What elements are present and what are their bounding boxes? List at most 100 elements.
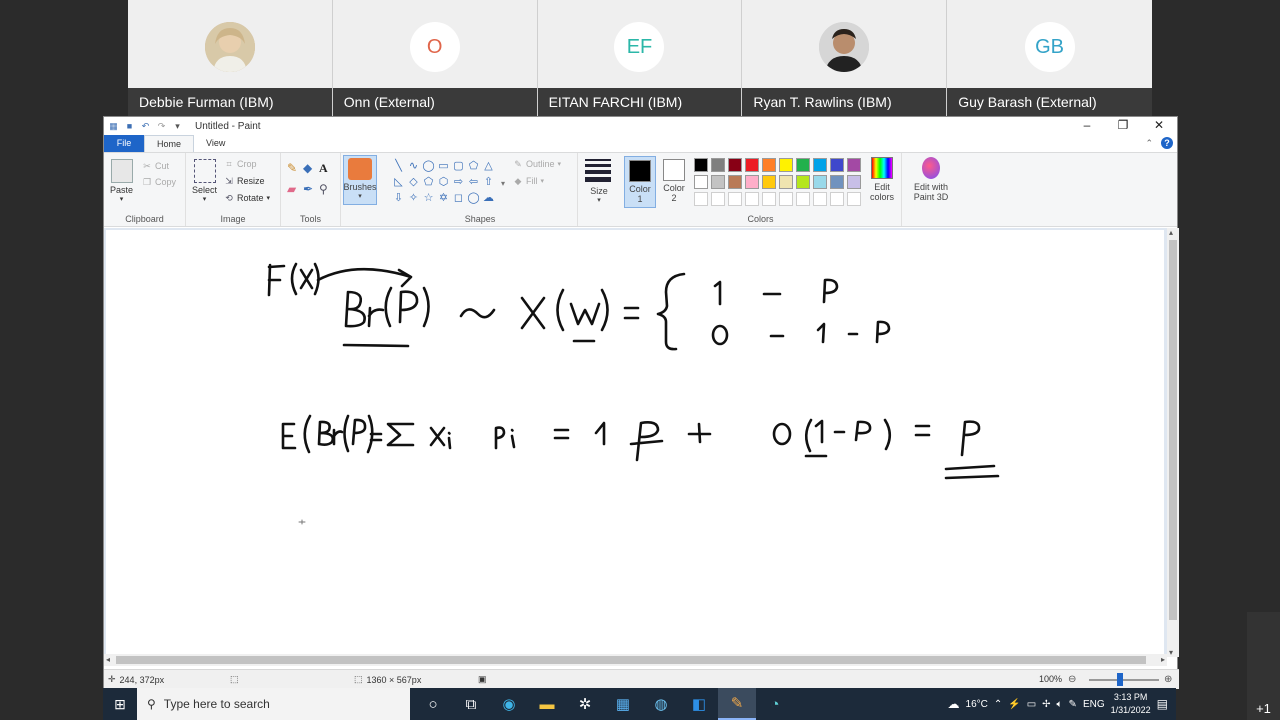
down-arrow-shape-icon[interactable]: ⇩ [391,191,406,205]
close-button[interactable]: ✕ [1141,117,1177,135]
bluetooth-icon[interactable]: ✢ [1042,699,1050,710]
color-swatch[interactable] [847,192,861,206]
participant-tile[interactable]: Debbie Furman (IBM) [128,0,333,116]
color-swatch[interactable] [762,175,776,189]
triangle-shape-icon[interactable]: △ [481,159,496,173]
color-swatch[interactable] [779,192,793,206]
store-icon[interactable]: ▦ [604,688,642,720]
color-swatch[interactable] [779,175,793,189]
vertical-scroll-thumb[interactable] [1169,240,1177,620]
network-icon[interactable]: ⚡ [1008,699,1020,710]
minimize-button[interactable]: – [1069,117,1105,135]
crop-button[interactable]: ⌗ Crop [224,159,256,169]
file-explorer-icon[interactable]: ▬ [528,688,566,720]
tab-view[interactable]: View [194,135,237,152]
oval-callout-shape-icon[interactable]: ◯ [466,191,481,205]
cut-button[interactable]: ✂ Cut [142,161,169,171]
outlook-icon[interactable]: ◧ [680,688,718,720]
restore-button[interactable]: ❐ [1105,117,1141,135]
color-2-button[interactable]: Color 2 [658,156,690,208]
color-swatch[interactable] [847,158,861,172]
hexagon-shape-icon[interactable]: ⬡ [436,175,451,189]
zoom-in-icon[interactable]: ⊕ [1164,674,1172,685]
left-arrow-shape-icon[interactable]: ⇦ [466,175,481,189]
color-swatch[interactable] [830,175,844,189]
color-swatch[interactable] [796,175,810,189]
color-swatch[interactable] [728,192,742,206]
shapes-scroll-icon[interactable]: ▾ [501,159,505,209]
color-swatch[interactable] [762,158,776,172]
shapes-gallery[interactable]: ╲ ∿ ◯ ▭ ▢ ⬠ △ ◺ ◇ ⬠ ⬡ ⇨ ⇦ ⇧ ⇩ ✧ ☆ ✡ ◻ ◯ … [391,159,496,205]
rotate-button[interactable]: ⟲ Rotate ▾ [224,193,270,203]
callout-shape-icon[interactable]: ◻ [451,191,466,205]
brushes-button[interactable]: Brushes ▾ [343,155,377,205]
drawing-canvas[interactable] [106,230,1164,655]
line-shape-icon[interactable]: ╲ [391,159,406,173]
color-swatch[interactable] [847,175,861,189]
slack-icon[interactable]: ✲ [566,688,604,720]
rounded-rectangle-shape-icon[interactable]: ▢ [451,159,466,173]
color-swatch[interactable] [711,192,725,206]
color-swatch[interactable] [796,158,810,172]
customize-dropdown-icon[interactable]: ▾ [172,121,183,132]
weather-temperature[interactable]: 16°C [966,699,988,710]
pen-icon[interactable]: ✎ [1069,699,1077,710]
scroll-left-icon[interactable]: ◂ [106,655,110,664]
webex-icon[interactable]: ◔ [756,688,794,720]
tab-file[interactable]: File [104,135,144,152]
notifications-icon[interactable]: ▤ [1157,697,1168,711]
color-swatch[interactable] [694,158,708,172]
battery-icon[interactable]: ▭ [1027,699,1036,710]
color-swatch[interactable] [745,192,759,206]
task-view-icon[interactable]: ⧉ [452,688,490,720]
five-point-star-shape-icon[interactable]: ☆ [421,191,436,205]
outline-button[interactable]: ✎ Outline ▾ [513,159,561,169]
zoom-out-icon[interactable]: ⊖ [1068,674,1076,685]
participant-tile[interactable]: O Onn (External) [332,0,538,116]
paint-taskbar-icon[interactable]: ✎ [718,688,756,720]
color-palette[interactable] [694,158,862,207]
oval-shape-icon[interactable]: ◯ [421,159,436,173]
line-size-icon[interactable] [585,159,611,182]
clock[interactable]: 3:13 PM 1/31/2022 [1111,691,1151,717]
windows-start-icon[interactable]: ⊞ [103,688,137,720]
select-button[interactable]: Select ▾ [192,159,217,203]
color-swatch[interactable] [728,175,742,189]
zoom-slider[interactable] [1089,679,1159,681]
resize-button[interactable]: ⇲ Resize [224,176,264,186]
color-swatch[interactable] [813,175,827,189]
color-swatch[interactable] [728,158,742,172]
four-point-star-shape-icon[interactable]: ✧ [406,191,421,205]
color-swatch[interactable] [711,158,725,172]
up-arrow-shape-icon[interactable]: ⇧ [481,175,496,189]
edit-with-paint3d-button[interactable]: Edit with Paint 3D [906,157,956,202]
right-arrow-shape-icon[interactable]: ⇨ [451,175,466,189]
curve-shape-icon[interactable]: ∿ [406,159,421,173]
horizontal-scrollbar[interactable]: ◂ ▸ [104,654,1167,666]
pencil-icon[interactable]: ✎ [287,161,303,176]
cortana-icon[interactable]: ○ [414,688,452,720]
participant-tile[interactable]: EF EITAN FARCHI (IBM) [537,0,743,116]
edge-icon[interactable]: ◉ [490,688,528,720]
color-1-button[interactable]: Color 1 [624,156,656,208]
pentagon-shape-icon[interactable]: ⬠ [421,175,436,189]
color-swatch[interactable] [813,192,827,206]
copy-button[interactable]: ❐ Copy [142,177,176,187]
scroll-down-icon[interactable]: ▾ [1169,648,1173,657]
save-icon[interactable]: ■ [124,121,135,132]
globe-app-icon[interactable]: ◍ [642,688,680,720]
color-swatch[interactable] [779,158,793,172]
tray-overflow-icon[interactable]: ⌃ [994,699,1002,710]
participant-tile[interactable]: GB Guy Barash (External) [947,0,1152,116]
cloud-callout-shape-icon[interactable]: ☁ [481,191,496,205]
fill-bucket-icon[interactable]: ◆ [303,161,319,176]
help-icon[interactable]: ? [1161,137,1173,149]
color-swatch[interactable] [762,192,776,206]
color-swatch[interactable] [745,158,759,172]
rectangle-shape-icon[interactable]: ▭ [436,159,451,173]
scroll-right-icon[interactable]: ▸ [1161,655,1165,664]
color-swatch[interactable] [796,192,810,206]
edit-colors-button[interactable]: Edit colors [865,157,899,202]
color-swatch[interactable] [711,175,725,189]
right-triangle-shape-icon[interactable]: ◺ [391,175,406,189]
